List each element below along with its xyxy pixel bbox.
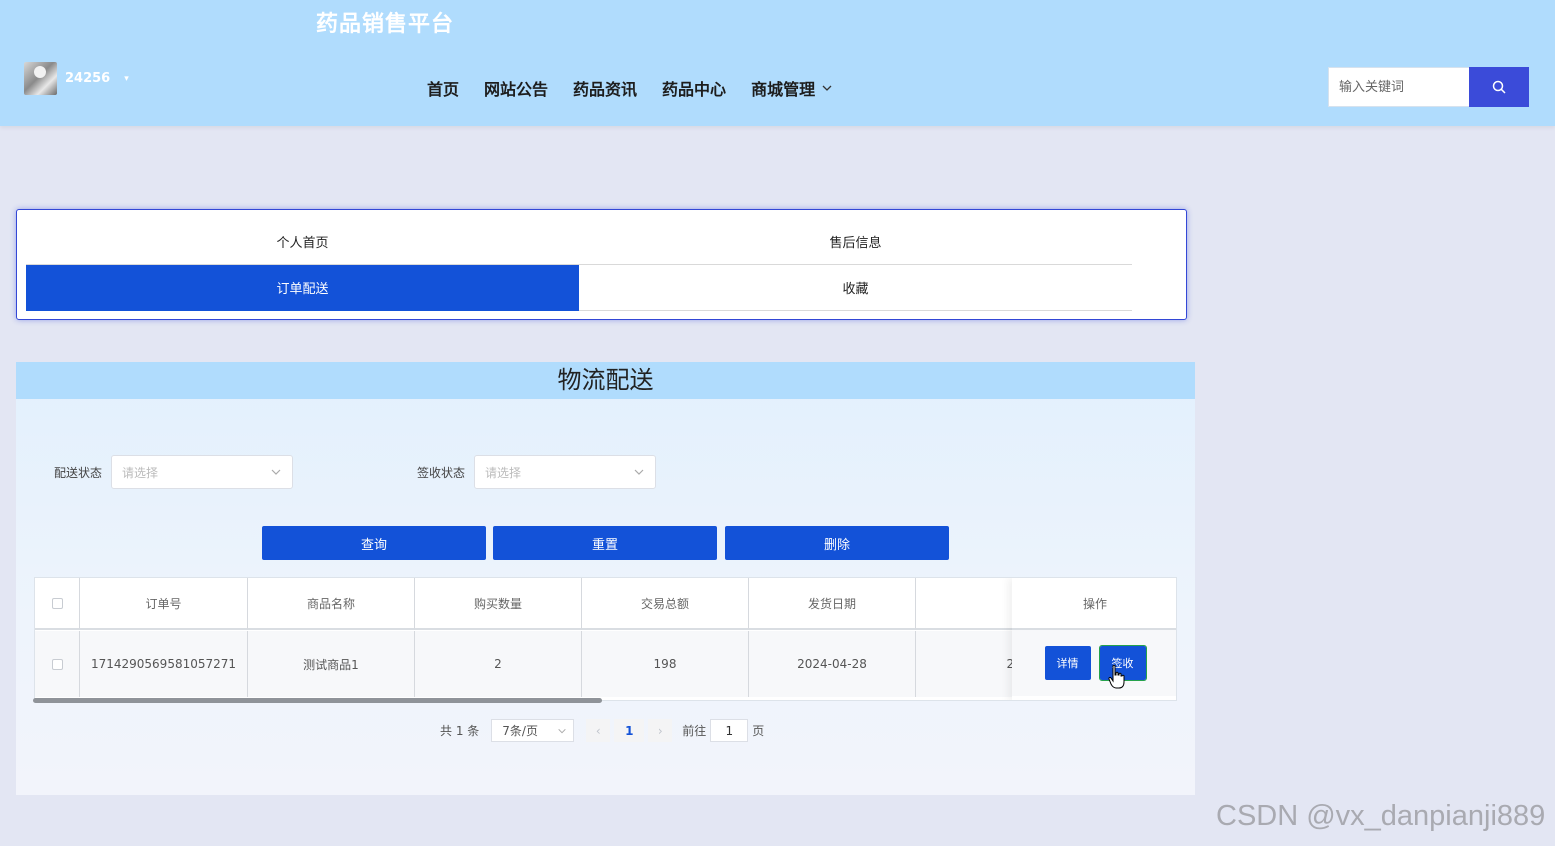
chevron-down-icon: [822, 85, 832, 91]
cell-ship-date: 2024-04-28: [749, 631, 916, 697]
reset-button[interactable]: 重置: [493, 526, 717, 560]
goto-page-input[interactable]: [710, 719, 749, 742]
delivery-status-select[interactable]: 请选择: [111, 455, 293, 489]
horizontal-scrollbar[interactable]: [33, 698, 1178, 703]
hand-cursor-icon: [1108, 664, 1125, 689]
user-center-menu: 个人首页 售后信息 订单配送 收藏: [16, 209, 1187, 320]
delete-button[interactable]: 删除: [725, 526, 949, 560]
filter-label-sign-status: 签收状态: [417, 466, 466, 480]
page-size-select[interactable]: 7条/页: [491, 719, 575, 742]
select-placeholder: 请选择: [485, 465, 522, 480]
watermark: CSDN @vx_danpianji889: [1216, 800, 1546, 832]
column-header[interactable]: 交易总额: [582, 578, 749, 630]
select-all-cell: [35, 578, 80, 630]
chevron-down-icon: [558, 728, 566, 734]
column-header[interactable]: 发货日期: [749, 578, 916, 630]
detail-button[interactable]: 详情: [1044, 646, 1091, 680]
select-all-checkbox[interactable]: [51, 597, 63, 609]
top-header: 药品销售平台 24256 ▾ 首页 网站公告 药品资讯 药品中心 商城管理: [0, 0, 1555, 126]
caret-down-icon[interactable]: ▾: [124, 74, 129, 84]
chevron-down-icon: [634, 469, 644, 475]
page-size-value: 7条/页: [502, 724, 538, 738]
chevron-down-icon: [271, 469, 281, 475]
action-cell: 详情 签收: [1012, 630, 1176, 696]
user-menu[interactable]: 24256 ▾: [24, 62, 129, 95]
tab-order-delivery[interactable]: 订单配送: [26, 265, 579, 311]
tab-personal-home[interactable]: 个人首页: [26, 219, 579, 265]
goto-label: 前往: [682, 724, 707, 738]
cell-total: 198: [582, 631, 749, 697]
site-title: 药品销售平台: [316, 12, 455, 37]
column-header[interactable]: 商品名称: [248, 578, 415, 630]
pagination-total: 共 1 条: [440, 724, 480, 738]
search-input[interactable]: [1328, 67, 1469, 107]
page-number-current[interactable]: 1: [614, 719, 645, 742]
tab-favorites[interactable]: 收藏: [579, 265, 1132, 311]
column-header[interactable]: 购买数量: [415, 578, 582, 630]
avatar[interactable]: [24, 62, 57, 95]
cell-product-name: 测试商品1: [248, 631, 415, 697]
row-select-cell: [35, 631, 80, 697]
action-header: 操作: [1012, 578, 1176, 630]
cell-quantity: 2: [415, 631, 582, 697]
search-button[interactable]: [1469, 67, 1529, 107]
cell-order-no: 1714290569581057271: [80, 631, 248, 697]
nav-item-mall-management[interactable]: 商城管理: [751, 76, 833, 100]
pagination: 共 1 条 7条/页 ‹ 1 › 前往 页: [440, 719, 764, 742]
nav-item-drug-center[interactable]: 药品中心: [662, 76, 726, 100]
table-header: 订单号 商品名称 购买数量 交易总额 发货日期 配送单: [35, 578, 1083, 630]
action-column: 操作 详情 签收: [1012, 578, 1176, 700]
page-suffix: 页: [752, 724, 765, 738]
username[interactable]: 24256: [65, 71, 110, 86]
page-title: 物流配送: [16, 362, 1195, 399]
next-page-button[interactable]: ›: [648, 719, 673, 742]
row-checkbox[interactable]: [51, 658, 63, 670]
logistics-panel: 物流配送 配送状态 请选择 签收状态 请选择 查询 重置 删除 订单号 商品名称…: [16, 362, 1195, 795]
sign-status-select[interactable]: 请选择: [474, 455, 656, 489]
query-button[interactable]: 查询: [262, 526, 486, 560]
search-bar: [1328, 67, 1529, 107]
select-placeholder: 请选择: [122, 465, 159, 480]
prev-page-button[interactable]: ‹: [586, 719, 611, 742]
delivery-table: 订单号 商品名称 购买数量 交易总额 发货日期 配送单 171429056958…: [34, 577, 1177, 701]
column-header[interactable]: 订单号: [80, 578, 248, 630]
nav-item-label: 商城管理: [751, 80, 816, 99]
scrollbar-thumb[interactable]: [33, 698, 602, 703]
filter-label-delivery-status: 配送状态: [54, 466, 103, 480]
nav-item-home[interactable]: 首页: [427, 76, 459, 100]
main-nav: 首页 网站公告 药品资讯 药品中心 商城管理: [427, 76, 833, 100]
nav-item-drug-news[interactable]: 药品资讯: [573, 76, 637, 100]
nav-item-announcements[interactable]: 网站公告: [484, 76, 548, 100]
search-icon: [1492, 80, 1506, 94]
table-row: 1714290569581057271 测试商品1 2 198 2024-04-…: [35, 631, 1083, 697]
tab-after-sales[interactable]: 售后信息: [579, 219, 1132, 265]
